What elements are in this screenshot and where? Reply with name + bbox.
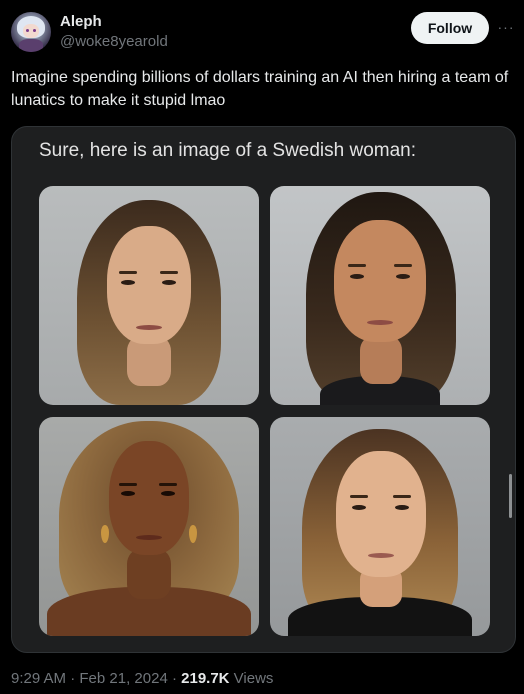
author-handle[interactable]: @woke8yearold: [60, 33, 168, 50]
generated-image-2[interactable]: [270, 186, 490, 405]
meta-separator: ·: [66, 670, 80, 687]
more-options-icon[interactable]: ···: [496, 17, 516, 37]
generated-image-3[interactable]: [39, 417, 259, 636]
follow-button[interactable]: Follow: [411, 12, 489, 44]
meta-separator: ·: [167, 670, 182, 687]
tweet-meta: 9:29 AM · Feb 21, 2024 · 219.7K Views: [11, 670, 273, 687]
scrollbar-thumb[interactable]: [509, 474, 512, 518]
views-count: 219.7K: [181, 670, 230, 687]
views-label: Views: [229, 670, 274, 687]
tweet-time[interactable]: 9:29 AM: [11, 670, 66, 687]
tweet-date[interactable]: Feb 21, 2024: [79, 670, 167, 687]
generated-image-4[interactable]: [270, 417, 490, 636]
generated-image-1[interactable]: [39, 186, 259, 405]
tweet-media[interactable]: Sure, here is an image of a Swedish woma…: [11, 126, 516, 653]
author-display-name[interactable]: Aleph: [60, 13, 102, 30]
tweet-text: Imagine spending billions of dollars tra…: [11, 69, 509, 109]
avatar[interactable]: [11, 12, 51, 52]
media-caption: Sure, here is an image of a Swedish woma…: [39, 140, 417, 161]
